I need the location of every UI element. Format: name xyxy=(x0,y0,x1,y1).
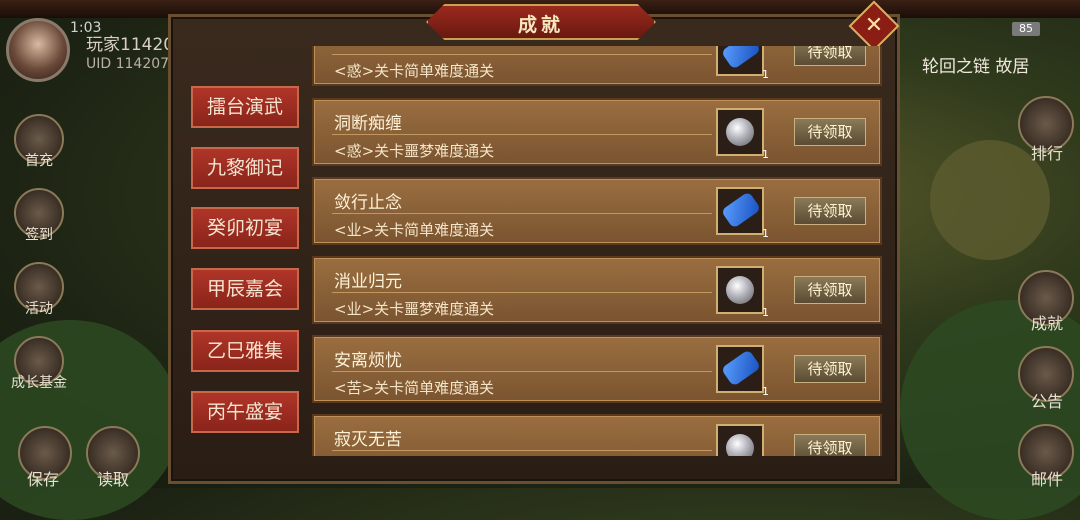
item-count: 1 xyxy=(762,68,769,81)
claim-button[interactable]: 待领取 xyxy=(794,46,866,66)
right-menu-label: 排行 xyxy=(1030,144,1063,163)
claim-button[interactable]: 待领取 xyxy=(794,197,866,225)
achievement-list[interactable]: <惑>关卡简单难度通关 1 待领取 洞断痴缠 <惑>关卡噩梦难度通关 1 待领取… xyxy=(306,46,886,456)
reward-item[interactable]: 1 xyxy=(716,266,769,319)
claim-button[interactable]: 待领取 xyxy=(794,355,866,383)
row-divider xyxy=(332,371,712,372)
claim-button[interactable]: 待领取 xyxy=(794,434,866,456)
achievement-desc: <业>关卡简单难度通关 xyxy=(334,221,495,239)
achievement-title: 寂灭无苦 xyxy=(334,430,402,450)
left-menu-label: 首充 xyxy=(25,153,53,169)
right-menu-label: 公告 xyxy=(1030,392,1063,411)
achievement-title: 消业归元 xyxy=(334,272,402,292)
achievement-desc: <业>关卡噩梦难度通关 xyxy=(334,300,495,318)
left-menu-label: 签到 xyxy=(25,227,53,243)
item-count: 1 xyxy=(762,385,769,398)
achievement-row: 寂灭无苦 1 待领取 xyxy=(312,414,882,456)
category-tab[interactable]: 九黎御记 xyxy=(191,147,299,189)
panel-title: 成就 xyxy=(517,14,564,36)
reward-item[interactable]: 1 xyxy=(716,187,769,240)
row-divider xyxy=(332,292,712,293)
row-divider xyxy=(332,450,712,451)
claim-button[interactable]: 待领取 xyxy=(794,276,866,304)
achievement-row: <惑>关卡简单难度通关 1 待领取 xyxy=(312,46,882,86)
item-count: 1 xyxy=(762,227,769,240)
location-label: 轮回之链 故居 xyxy=(922,57,1030,77)
right-menu-label: 成就 xyxy=(1030,314,1063,333)
achievement-desc: <苦>关卡简单难度通关 xyxy=(334,379,495,397)
claim-button[interactable]: 待领取 xyxy=(794,118,866,146)
close-icon[interactable]: ✕ xyxy=(856,8,892,44)
bottom-menu-label: 保存 xyxy=(26,470,59,489)
achievement-desc: <惑>关卡噩梦难度通关 xyxy=(334,142,495,160)
achievement-title: 敛行止念 xyxy=(334,193,402,213)
gem-icon xyxy=(726,118,754,146)
category-tab[interactable]: 丙午盛宴 xyxy=(191,391,299,433)
reward-item[interactable]: 1 xyxy=(716,345,769,398)
category-tab[interactable]: 擂台演武 xyxy=(191,86,299,128)
gem-icon xyxy=(726,434,754,456)
row-divider xyxy=(332,54,712,55)
item-count: 1 xyxy=(762,306,769,319)
player-name: 玩家11420 xyxy=(86,35,175,55)
achievement-title: 安离烦忧 xyxy=(334,351,402,371)
gem-icon xyxy=(726,276,754,304)
player-uid: UID 1142073 xyxy=(86,56,178,72)
row-divider xyxy=(332,134,712,135)
achievement-row: 消业归元 <业>关卡噩梦难度通关 1 待领取 xyxy=(312,256,882,324)
scroll-icon xyxy=(720,46,762,70)
achievement-row: 敛行止念 <业>关卡简单难度通关 1 待领取 xyxy=(312,177,882,245)
battery-indicator: 85 xyxy=(1012,22,1040,36)
achievement-row: 洞断痴缠 <惑>关卡噩梦难度通关 1 待领取 xyxy=(312,98,882,166)
left-menu-label: 成长基金 xyxy=(11,375,67,391)
scroll-icon xyxy=(720,349,762,387)
category-tab[interactable]: 甲辰嘉会 xyxy=(191,268,299,310)
achievement-row: 安离烦忧 <苦>关卡简单难度通关 1 待领取 xyxy=(312,335,882,403)
reward-item[interactable]: 1 xyxy=(716,46,769,81)
bottom-menu-label: 读取 xyxy=(96,470,129,489)
player-avatar[interactable] xyxy=(6,18,70,82)
item-count: 1 xyxy=(762,148,769,161)
row-divider xyxy=(332,213,712,214)
achievement-desc: <惑>关卡简单难度通关 xyxy=(334,62,495,80)
reward-item[interactable]: 1 xyxy=(716,424,764,456)
achievement-title: 洞断痴缠 xyxy=(334,114,402,134)
right-menu-label: 邮件 xyxy=(1030,470,1063,489)
category-tab[interactable]: 癸卯初宴 xyxy=(191,207,299,249)
category-tab[interactable]: 乙巳雅集 xyxy=(191,330,299,372)
reward-item[interactable]: 1 xyxy=(716,108,769,161)
scroll-icon xyxy=(720,191,762,229)
left-menu-label: 活动 xyxy=(25,301,53,317)
